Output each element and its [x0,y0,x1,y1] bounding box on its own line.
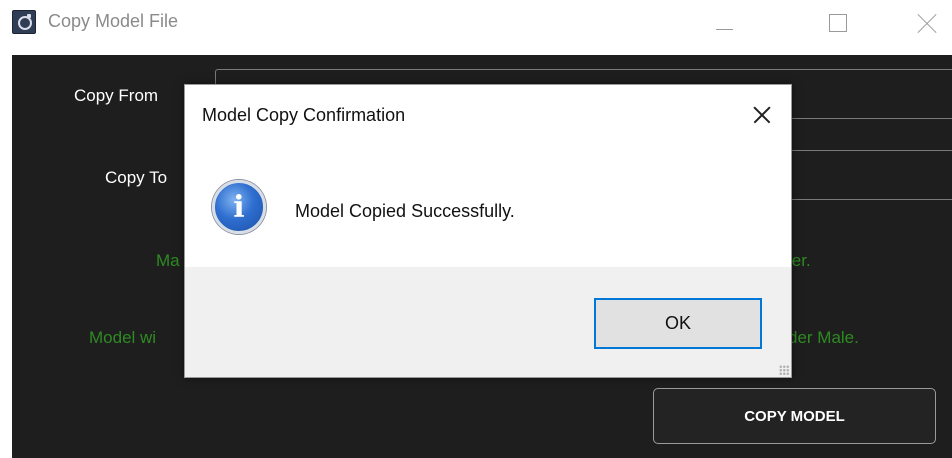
maximize-button[interactable] [818,0,864,48]
confirmation-dialog: Model Copy Confirmation i Model Copied S… [184,84,792,378]
window-title: Copy Model File [48,11,179,31]
copy-from-label: Copy From [74,86,159,105]
title-bar: Copy Model File [0,0,952,55]
info-icon: i [212,180,266,234]
ok-button[interactable]: OK [594,298,762,349]
dialog-close-icon[interactable] [747,99,777,129]
dialog-title: Model Copy Confirmation [202,105,406,125]
dialog-message: Model Copied Successfully. [295,201,515,221]
copy-to-label: Copy To [105,168,168,187]
resize-grip-icon[interactable] [779,365,789,375]
minimize-button[interactable] [700,0,746,48]
app-icon [12,10,36,34]
status-note-2-right: der Male. [788,328,859,347]
close-button[interactable] [904,0,950,48]
copy-model-button[interactable]: COPY MODEL [653,388,936,444]
dialog-footer: OK [185,267,791,377]
status-note-2-left: Model wi [89,328,157,347]
status-note-1-left: Ma [156,251,180,270]
